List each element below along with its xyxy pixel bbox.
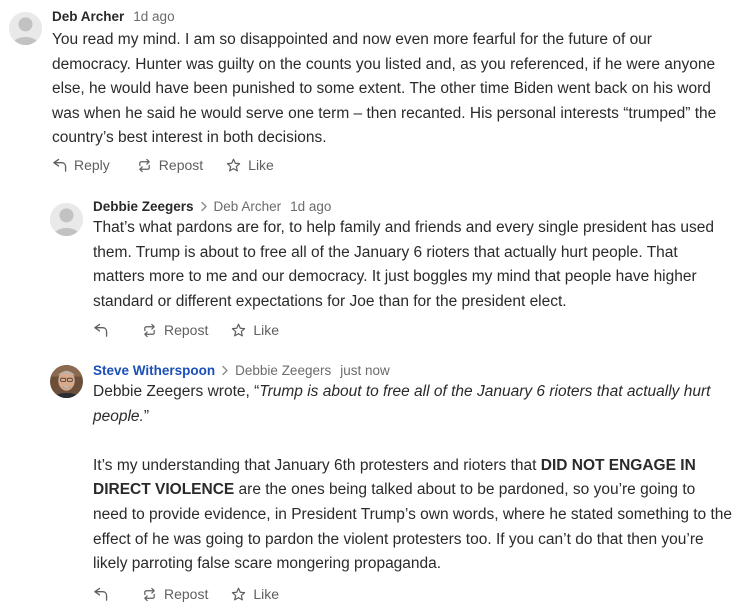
reply-button[interactable] bbox=[93, 323, 115, 338]
like-label: Like bbox=[253, 586, 280, 602]
reply-to-name[interactable]: Debbie Zeegers bbox=[235, 363, 331, 378]
comment-thread: { "comments": [ { "author": "Deb Archer"… bbox=[0, 0, 743, 614]
author-name[interactable]: Deb Archer bbox=[52, 9, 124, 24]
chevron-right-icon bbox=[221, 365, 229, 376]
star-icon bbox=[226, 158, 241, 171]
avatar[interactable] bbox=[9, 12, 42, 45]
author-name[interactable]: Steve Witherspoon bbox=[93, 363, 215, 378]
comment-meta: Deb Archer 1d ago bbox=[52, 7, 175, 25]
comment-paragraph: It’s my understanding that January 6th p… bbox=[93, 454, 733, 577]
repost-icon bbox=[139, 158, 150, 172]
like-label: Like bbox=[248, 157, 274, 173]
timestamp: 1d ago bbox=[290, 198, 332, 214]
comment-paragraph: You read my mind. I am so disappointed a… bbox=[52, 28, 732, 151]
chevron-right-icon bbox=[200, 201, 208, 212]
repost-icon bbox=[144, 587, 155, 601]
repost-button[interactable]: Repost bbox=[137, 157, 203, 173]
star-icon bbox=[232, 323, 246, 336]
like-button[interactable]: Like bbox=[226, 157, 274, 173]
comment-debbie-zeegers: Debbie Zeegers Deb Archer 1d ago That’s … bbox=[0, 186, 743, 350]
timestamp: 1d ago bbox=[133, 8, 175, 24]
reply-arrow-icon bbox=[94, 587, 108, 601]
comment-meta: Steve Witherspoon Debbie Zeegers just no… bbox=[93, 361, 390, 379]
repost-label: Repost bbox=[164, 586, 209, 602]
star-icon bbox=[232, 587, 246, 600]
like-button[interactable]: Like bbox=[231, 586, 279, 602]
comment-text: That’s what pardons are for, to help fam… bbox=[93, 219, 714, 310]
reply-arrow-icon bbox=[53, 158, 67, 172]
reply-label: Reply bbox=[74, 157, 110, 173]
timestamp: just now bbox=[340, 362, 390, 378]
repost-button[interactable]: Repost bbox=[142, 586, 208, 602]
comment-deb-archer: Deb Archer 1d ago You read my mind. I am… bbox=[0, 0, 743, 186]
comment-meta: Debbie Zeegers Deb Archer 1d ago bbox=[93, 197, 331, 215]
default-avatar-icon bbox=[9, 12, 42, 45]
avatar[interactable] bbox=[50, 203, 83, 236]
avatar[interactable] bbox=[50, 365, 83, 398]
comment-body: Debbie Zeegers wrote, “Trump is about to… bbox=[93, 380, 733, 577]
comment-text: Debbie Zeegers wrote, “ bbox=[93, 383, 260, 400]
comment-text: It’s my understanding that January 6th p… bbox=[93, 456, 541, 474]
repost-label: Repost bbox=[158, 157, 204, 173]
comment-paragraph: That’s what pardons are for, to help fam… bbox=[93, 216, 733, 314]
comment-steve-witherspoon: Steve Witherspoon Debbie Zeegers just no… bbox=[0, 350, 743, 614]
comment-paragraph: Debbie Zeegers wrote, “Trump is about to… bbox=[93, 380, 733, 429]
repost-icon bbox=[144, 323, 155, 337]
comment-text: You read my mind. I am so disappointed a… bbox=[52, 31, 717, 147]
comment-actions: Reply Repost Like bbox=[52, 156, 274, 174]
repost-button[interactable]: Repost bbox=[142, 322, 208, 338]
reply-button[interactable]: Reply bbox=[52, 157, 110, 173]
reply-button[interactable] bbox=[93, 587, 115, 602]
default-avatar-icon bbox=[50, 203, 83, 236]
like-label: Like bbox=[253, 322, 280, 338]
comment-actions: Repost Like bbox=[93, 585, 279, 603]
comment-text: ” bbox=[143, 407, 150, 425]
reply-to-name[interactable]: Deb Archer bbox=[214, 199, 282, 214]
like-button[interactable]: Like bbox=[231, 322, 279, 338]
repost-label: Repost bbox=[164, 322, 209, 338]
comment-body: You read my mind. I am so disappointed a… bbox=[52, 28, 732, 151]
user-photo-icon bbox=[50, 365, 83, 398]
author-name[interactable]: Debbie Zeegers bbox=[93, 199, 194, 214]
reply-arrow-icon bbox=[94, 323, 108, 337]
comment-actions: Repost Like bbox=[93, 321, 279, 339]
comment-body: That’s what pardons are for, to help fam… bbox=[93, 216, 733, 314]
